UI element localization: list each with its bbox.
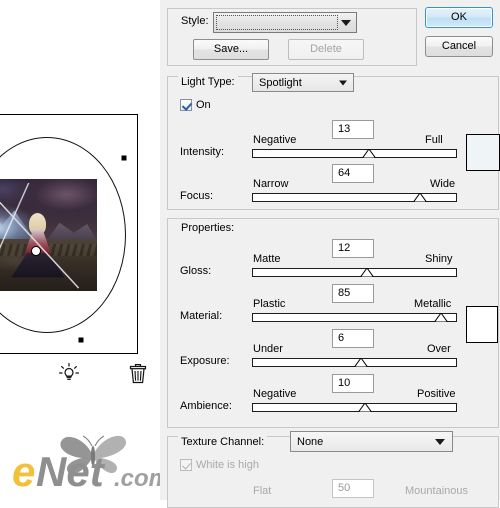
light-type-group: Light Type: Spotlight On Intensity: Nega… <box>167 73 500 210</box>
ambience-max-label: Positive <box>417 388 456 400</box>
ambience-slider[interactable] <box>252 403 457 412</box>
checkbox-checked-icon <box>180 99 192 111</box>
exposure-value-input[interactable]: 6 <box>332 329 374 348</box>
gloss-value-input[interactable]: 12 <box>332 239 374 258</box>
style-dropdown[interactable] <box>213 12 357 33</box>
intensity-label: Intensity: <box>180 146 225 158</box>
texture-channel-label: Texture Channel: <box>178 436 268 448</box>
gloss-slider-thumb[interactable] <box>360 268 374 277</box>
intensity-max-label: Full <box>425 134 443 146</box>
gloss-min-label: Matte <box>253 253 281 265</box>
material-color-swatch[interactable] <box>466 306 498 343</box>
slider-endcap <box>254 151 257 156</box>
material-slider-thumb[interactable] <box>434 313 448 322</box>
focus-max-label: Wide <box>430 178 456 190</box>
watermark-e: e <box>12 448 35 494</box>
light-type-dropdown[interactable]: Spotlight <box>252 73 354 92</box>
light-bulb-icon[interactable] <box>58 362 80 389</box>
exposure-max-label: Over <box>427 343 451 355</box>
slider-endcap <box>254 270 257 275</box>
ok-button[interactable]: OK <box>425 7 493 28</box>
light-type-label: Light Type: <box>178 76 238 88</box>
intensity-value-input[interactable]: 13 <box>332 120 374 139</box>
slider-endcap <box>254 315 257 320</box>
chevron-down-icon <box>341 19 351 26</box>
texture-channel-dropdown[interactable]: None <box>290 431 453 452</box>
ellipse-handle-top-right[interactable] <box>121 155 127 161</box>
exposure-min-label: Under <box>253 343 283 355</box>
preview-area: e Net .com .cn <box>0 0 185 500</box>
style-label: Style: <box>178 15 212 27</box>
gloss-max-label: Shiny <box>425 253 453 265</box>
height-value-input: 50 <box>332 479 374 498</box>
butterfly-logo <box>60 435 127 475</box>
light-on-checkbox[interactable]: On <box>180 99 211 111</box>
material-slider[interactable] <box>252 313 457 322</box>
ambience-value-input[interactable]: 10 <box>332 374 374 393</box>
lighting-preview-canvas[interactable] <box>0 114 138 354</box>
preview-toolbar <box>0 360 160 392</box>
trash-icon[interactable] <box>128 362 148 389</box>
intensity-slider-thumb[interactable] <box>362 149 376 158</box>
texture-channel-dropdown-value: None <box>297 435 324 448</box>
properties-group: Properties: Gloss: Matte Shiny 12 Materi… <box>167 218 499 428</box>
slider-endcap <box>254 360 257 365</box>
preview-thumbnail-image <box>0 179 97 291</box>
light-type-dropdown-value: Spotlight <box>259 76 302 89</box>
focus-label: Focus: <box>180 190 214 202</box>
light-center-handle[interactable] <box>31 246 41 256</box>
light-color-swatch[interactable] <box>466 134 500 171</box>
chevron-down-icon <box>435 438 445 445</box>
intensity-slider[interactable] <box>252 149 457 158</box>
texture-channel-group: Texture Channel: None White is high Flat… <box>167 431 499 508</box>
light-on-label: On <box>196 99 211 111</box>
gloss-label: Gloss: <box>180 265 212 277</box>
height-max-label: Mountainous <box>405 485 468 497</box>
ambience-min-label: Negative <box>253 388 297 400</box>
exposure-slider-thumb[interactable] <box>354 358 368 367</box>
white-is-high-label: White is high <box>196 459 259 471</box>
chevron-down-icon <box>339 80 347 85</box>
enet-watermark: e Net .com <box>12 435 170 494</box>
material-min-label: Plastic <box>253 298 286 310</box>
slider-endcap <box>254 195 257 200</box>
delete-button: Delete <box>288 39 364 60</box>
intensity-min-label: Negative <box>253 134 297 146</box>
lighting-effects-dialog: e Net .com .cn Style: Save... Delete Lig… <box>0 0 500 508</box>
properties-label: Properties: <box>178 222 238 234</box>
ambience-label: Ambience: <box>180 400 232 412</box>
focus-slider-thumb[interactable] <box>413 193 427 202</box>
save-button[interactable]: Save... <box>193 39 269 60</box>
ellipse-handle-bottom[interactable] <box>78 337 84 343</box>
material-max-label: Metallic <box>414 298 452 310</box>
exposure-label: Exposure: <box>180 355 230 367</box>
style-dropdown-focus-ring <box>216 15 338 30</box>
watermark-net: Net <box>36 448 106 494</box>
style-group: Style: Save... Delete <box>167 8 417 66</box>
ambience-slider-thumb[interactable] <box>358 403 372 412</box>
focus-value-input[interactable]: 64 <box>332 164 374 183</box>
focus-min-label: Narrow <box>253 178 289 190</box>
white-is-high-checkbox: White is high <box>180 459 259 471</box>
slider-endcap <box>254 405 257 410</box>
material-value-input[interactable]: 85 <box>332 284 374 303</box>
checkbox-checked-icon <box>180 459 192 471</box>
gloss-slider[interactable] <box>252 268 457 277</box>
material-label: Material: <box>180 310 223 322</box>
dialog-controls: Style: Save... Delete Light Type: Spotli… <box>160 0 500 508</box>
height-min-label: Flat <box>253 485 272 497</box>
cancel-button[interactable]: Cancel <box>425 36 493 57</box>
